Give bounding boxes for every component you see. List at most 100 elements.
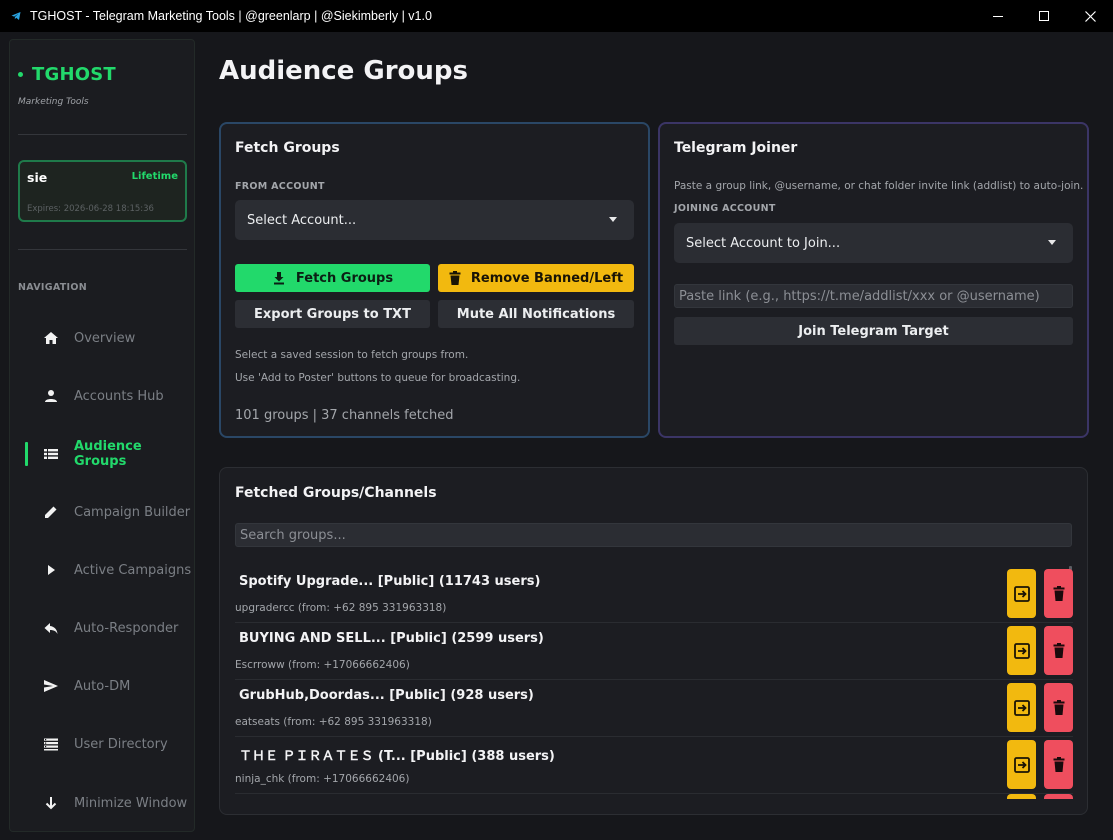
from-account-label: FROM ACCOUNT — [235, 181, 325, 192]
home-icon — [42, 329, 60, 347]
fetch-hint-2: Use 'Add to Poster' buttons to queue for… — [235, 372, 521, 384]
nav-label: Campaign Builder — [74, 504, 191, 520]
trash-icon — [1053, 700, 1064, 715]
list-icon — [42, 445, 60, 463]
joining-account-select[interactable]: Select Account to Join... — [674, 223, 1073, 263]
window-title: TGHOST - Telegram Marketing Tools | @gre… — [30, 9, 432, 23]
group-title: ＴＨＥ ＰＩＲＡＴＥＳ (T... [Public] (388 users) — [239, 749, 555, 764]
nav-item-auto-dm[interactable]: Auto-DM — [10, 668, 194, 704]
divider — [18, 134, 187, 135]
maximize-window-button[interactable] — [1021, 0, 1067, 32]
from-account-select[interactable]: Select Account... — [235, 200, 634, 240]
delete-group-button[interactable] — [1044, 626, 1073, 675]
nav-item-campaign-builder[interactable]: Campaign Builder — [10, 494, 194, 530]
fetch-card-title: Fetch Groups — [235, 140, 340, 156]
sidebar: TGHOST Marketing Tools sie Lifetime Expi… — [9, 39, 195, 832]
group-title: BUYING AND SELL... [Public] (2599 users) — [239, 631, 544, 646]
fetched-groups-card: Fetched Groups/Channels Search groups...… — [219, 467, 1088, 815]
play-icon — [42, 561, 60, 579]
fetch-groups-card: Fetch Groups FROM ACCOUNT Select Account… — [219, 122, 650, 438]
brand-name: TGHOST — [32, 64, 116, 85]
minimize-icon — [993, 16, 1003, 17]
nav-label: Overview — [74, 330, 136, 346]
nav-label: Auto-DM — [74, 678, 131, 694]
nav-item-auto-responder[interactable]: Auto-Responder — [10, 610, 194, 646]
user-name: sie — [27, 170, 48, 185]
group-source: Escrroww (from: +17066662406) — [235, 659, 410, 671]
export-icon — [1013, 756, 1030, 773]
list-card-title: Fetched Groups/Channels — [235, 485, 437, 501]
nav-label: Minimize Window — [74, 795, 188, 811]
title-bar: TGHOST - Telegram Marketing Tools | @gre… — [0, 0, 1113, 32]
add-to-poster-button[interactable] — [1007, 626, 1036, 675]
export-icon — [1013, 585, 1030, 602]
directory-icon — [42, 735, 60, 753]
trash-icon — [1053, 643, 1064, 658]
close-window-button[interactable] — [1067, 0, 1113, 32]
group-title: Spotify Upgrade... [Public] (11743 users… — [239, 574, 541, 589]
chevron-down-icon — [609, 217, 617, 222]
nav-label: Accounts Hub — [74, 388, 164, 404]
send-icon — [42, 677, 60, 695]
add-to-poster-button[interactable] — [1007, 569, 1036, 618]
minimize-window-button[interactable] — [975, 0, 1021, 32]
brand: TGHOST — [18, 64, 116, 85]
group-title: GrubHub,Doordas... [Public] (928 users) — [239, 688, 534, 703]
fetch-groups-label: Fetch Groups — [295, 270, 394, 286]
select-value: Select Account... — [247, 212, 357, 228]
nav-item-minimize-window[interactable]: Minimize Window — [10, 785, 194, 821]
add-to-poster-button[interactable] — [1007, 794, 1036, 799]
arrow-down-icon — [42, 794, 60, 812]
delete-group-button[interactable] — [1044, 683, 1073, 732]
nav-item-audience-groups[interactable]: Audience Groups — [10, 436, 194, 472]
nav-label: Audience Groups — [74, 439, 142, 469]
telegram-icon — [11, 11, 21, 21]
joining-account-label: JOINING ACCOUNT — [674, 203, 776, 214]
user-card: sie Lifetime Expires: 2026-06-28 18:15:3… — [18, 160, 187, 222]
trash-icon — [1053, 757, 1064, 772]
brand-dot — [18, 72, 23, 77]
telegram-joiner-card: Telegram Joiner Paste a group link, @use… — [658, 122, 1089, 438]
joiner-card-title: Telegram Joiner — [674, 140, 798, 156]
join-link-input[interactable]: Paste link (e.g., https://t.me/addlist/x… — [674, 284, 1073, 308]
search-groups-input[interactable]: Search groups... — [235, 523, 1072, 547]
reply-icon — [42, 619, 60, 637]
active-indicator — [25, 442, 28, 466]
export-icon — [1013, 642, 1030, 659]
fetch-hint-1: Select a saved session to fetch groups f… — [235, 349, 469, 361]
fetch-stats: 101 groups | 37 channels fetched — [235, 408, 454, 423]
nav-item-overview[interactable]: Overview — [10, 320, 194, 356]
page-title: Audience Groups — [219, 56, 469, 86]
brand-subtitle: Marketing Tools — [18, 97, 89, 107]
mute-notifications-button[interactable]: Mute All Notifications — [438, 300, 634, 328]
license-badge: Lifetime — [131, 171, 178, 182]
nav-item-active-campaigns[interactable]: Active Campaigns — [10, 552, 194, 588]
join-target-button[interactable]: Join Telegram Target — [674, 317, 1073, 345]
maximize-icon — [1039, 11, 1049, 21]
divider — [18, 249, 187, 250]
delete-group-button[interactable] — [1044, 794, 1073, 799]
export-groups-button[interactable]: Export Groups to TXT — [235, 300, 430, 328]
fetch-groups-button[interactable]: Fetch Groups — [235, 264, 430, 292]
delete-group-button[interactable] — [1044, 569, 1073, 618]
pencil-icon — [42, 503, 60, 521]
groups-list[interactable]: Spotify Upgrade... [Public] (11743 users… — [235, 566, 1073, 799]
list-item: ＴＨＥ ＰＩＲＡＴＥＳ (T... [Public] (388 users) n… — [235, 737, 1073, 794]
nav-label: User Directory — [74, 736, 168, 752]
add-to-poster-button[interactable] — [1007, 683, 1036, 732]
close-icon — [1084, 10, 1096, 22]
nav-item-user-directory[interactable]: User Directory — [10, 726, 194, 762]
trash-icon — [449, 271, 461, 285]
export-icon — [1013, 699, 1030, 716]
delete-group-button[interactable] — [1044, 740, 1073, 789]
nav-heading: NAVIGATION — [18, 282, 87, 293]
select-value: Select Account to Join... — [686, 235, 841, 251]
joiner-description: Paste a group link, @username, or chat f… — [674, 180, 1084, 192]
download-icon — [272, 271, 286, 285]
chevron-down-icon — [1048, 240, 1056, 245]
group-source: eatseats (from: +62 895 331963318) — [235, 716, 432, 728]
add-to-poster-button[interactable] — [1007, 740, 1036, 789]
remove-banned-button[interactable]: Remove Banned/Left — [438, 264, 634, 292]
list-item: GrubHub,Doordas... [Public] (928 users) … — [235, 680, 1073, 737]
nav-item-accounts-hub[interactable]: Accounts Hub — [10, 378, 194, 414]
